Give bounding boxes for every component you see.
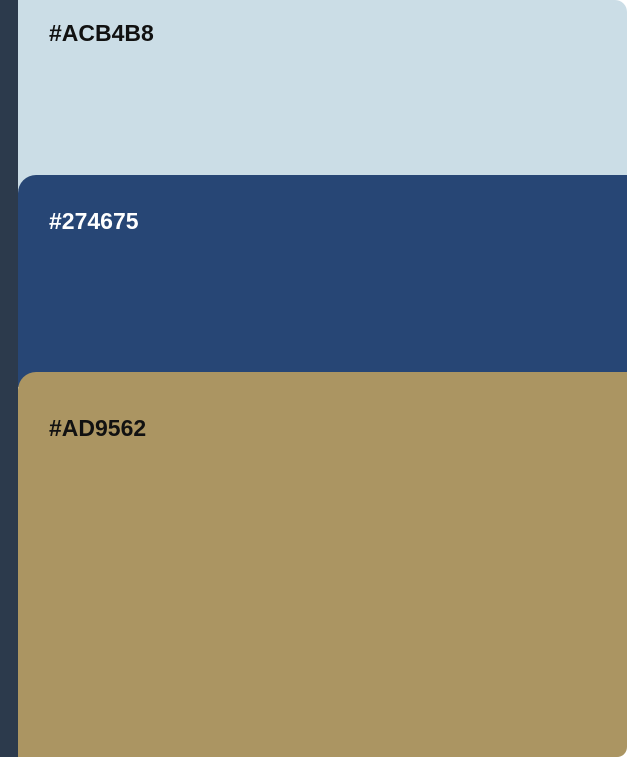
color-swatch-3[interactable]: #AD9562 (18, 372, 627, 757)
palette-canvas: #ACB4B8 #274675 #AD9562 (0, 0, 627, 757)
swatch-3-hex-label: #AD9562 (49, 415, 147, 441)
swatch-1-hex-label: #ACB4B8 (49, 20, 154, 46)
swatch-2-hex-label: #274675 (49, 208, 139, 234)
color-swatch-1[interactable]: #ACB4B8 (18, 0, 627, 190)
color-swatch-2[interactable]: #274675 (18, 175, 627, 387)
left-sidebar-strip (0, 0, 18, 757)
